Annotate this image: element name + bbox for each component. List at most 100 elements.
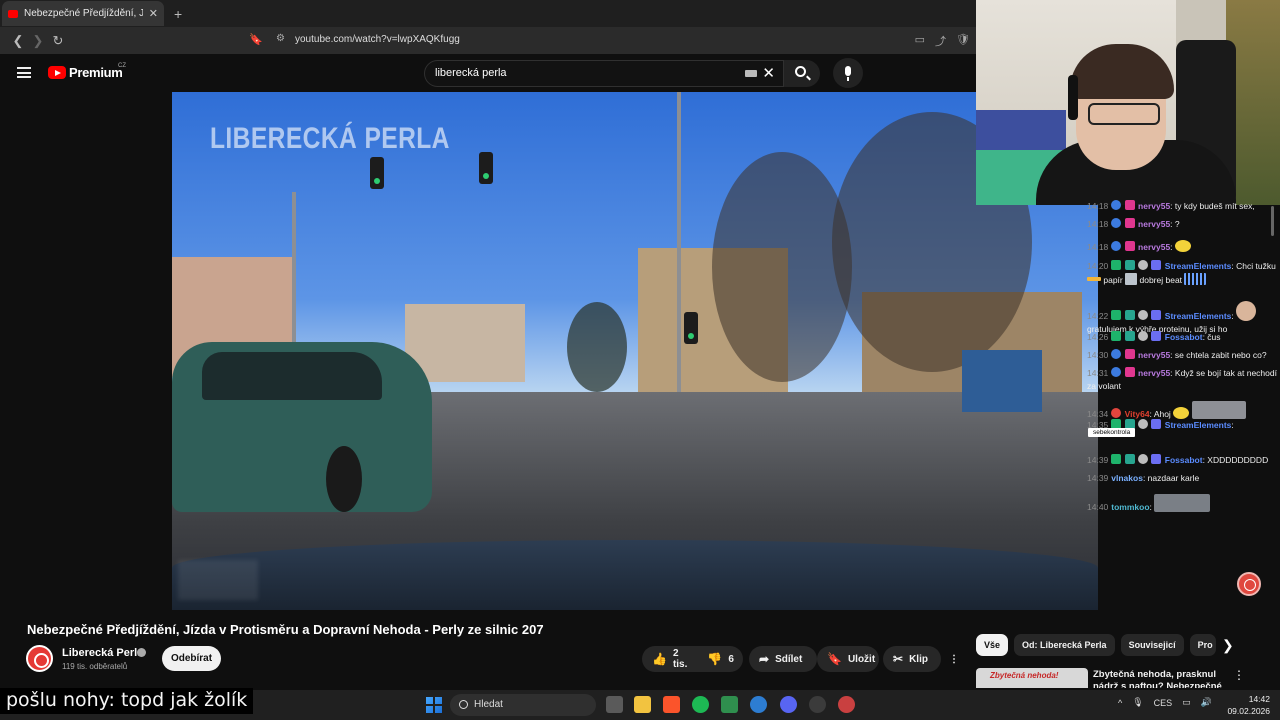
app-icon[interactable]	[750, 696, 767, 713]
channel-avatar[interactable]	[26, 645, 53, 672]
chip-related[interactable]: Souvisejicí	[1120, 634, 1184, 656]
network-icon[interactable]: ▭	[1182, 697, 1191, 708]
new-tab-button[interactable]: +	[174, 6, 182, 22]
chat-username[interactable]: nervy55	[1138, 201, 1170, 211]
chat-text: dobrej beat	[1139, 275, 1183, 285]
back-icon[interactable]: ❮	[8, 33, 28, 49]
bookmark-icon[interactable]: 🔖	[249, 33, 263, 46]
task-view-icon[interactable]	[606, 696, 623, 713]
taskbar-search[interactable]: Hledat	[450, 694, 596, 716]
chat-scrollbar[interactable]	[1271, 206, 1274, 236]
chips-next-icon[interactable]: ❯	[1222, 637, 1234, 654]
site-settings-icon[interactable]: ⚙	[276, 33, 285, 44]
obs-icon[interactable]	[838, 696, 855, 713]
chat-time: 14:22	[1087, 311, 1109, 321]
video-title: Nebezpečné Předjíždění, Jízda v Protismě…	[27, 622, 544, 637]
video-player[interactable]: LIBERECKÁ PERLA	[0, 92, 1098, 610]
brave-shield-icon[interactable]: 🛡	[956, 33, 970, 49]
app-icon[interactable]	[721, 696, 738, 713]
clip-button[interactable]: ✂ Klip	[883, 646, 941, 672]
chat-username[interactable]: nervy55	[1138, 219, 1170, 229]
badge-icon	[1151, 260, 1162, 270]
voice-search-icon[interactable]	[833, 58, 863, 88]
recommended-title[interactable]: Zbytečná nehoda, prasknul nádrž s naftou…	[1093, 669, 1223, 688]
chip-for-you[interactable]: Pro	[1189, 634, 1216, 656]
recommended-menu-icon[interactable]: ⋮	[1233, 668, 1245, 682]
chat-username[interactable]: tommkoo	[1111, 502, 1149, 512]
chat-username[interactable]: vlnakos	[1111, 473, 1143, 483]
video-frame[interactable]: LIBERECKÁ PERLA	[172, 92, 1098, 610]
youtube-logo-icon[interactable]	[48, 66, 66, 79]
badge-icon	[1111, 310, 1122, 320]
clear-search-icon[interactable]: ✕	[762, 64, 775, 82]
url-field[interactable]: youtube.com/watch?v=lwpXAQKfugg	[295, 34, 460, 45]
address-bar-row: ❮ ❯ ↻ 🔖 ⚙ youtube.com/watch?v=lwpXAQKfug…	[0, 27, 976, 54]
brave-browser-icon[interactable]	[663, 696, 680, 713]
chat-username[interactable]: nervy55	[1138, 350, 1170, 360]
more-actions-button[interactable]: ⋮	[941, 646, 967, 672]
dislike-count[interactable]: 6	[728, 654, 734, 665]
chip-channel[interactable]: Od: Liberecká Perla	[1014, 634, 1115, 656]
tray-chevron-icon[interactable]: ^	[1118, 698, 1122, 708]
video-watermark: LIBERECKÁ PERLA	[210, 122, 450, 155]
youtube-logo-text[interactable]: Premium	[69, 65, 123, 80]
chat-username[interactable]: nervy55	[1138, 368, 1170, 378]
search-box[interactable]: liberecká perla ✕	[424, 60, 784, 87]
reload-icon[interactable]: ↻	[48, 33, 68, 49]
search-input[interactable]: liberecká perla	[435, 67, 507, 79]
badge-icon	[1111, 367, 1122, 377]
badge-icon	[1151, 419, 1162, 429]
chat-username[interactable]: nervy55	[1138, 242, 1170, 252]
badge-icon	[1124, 367, 1135, 377]
subscribe-button[interactable]: Odebírat	[162, 646, 221, 671]
app-icon[interactable]	[809, 696, 826, 713]
chat-time: 14:18	[1087, 242, 1109, 252]
chat-text: čus	[1207, 332, 1221, 342]
stream-caption: pošlu nohy: topd jak žolík	[0, 688, 254, 714]
keyboard-icon[interactable]	[745, 70, 757, 77]
video-car	[172, 342, 432, 512]
recommended-thumbnail[interactable]: Zbytečná nehoda!	[976, 668, 1088, 688]
like-count[interactable]: 2 tis.	[673, 648, 687, 670]
share-button[interactable]: ➦ Sdílet	[749, 646, 817, 672]
traffic-light	[684, 312, 698, 344]
browser-tab[interactable]: Nebezpečné Předjíždění, Jízd ✕	[2, 1, 164, 26]
windows-start-icon[interactable]	[426, 697, 442, 713]
video-dashcam-hood	[172, 540, 1098, 610]
spotify-icon[interactable]	[692, 696, 709, 713]
search-button[interactable]	[784, 60, 820, 87]
traffic-light	[479, 152, 493, 184]
menu-icon[interactable]	[17, 67, 31, 78]
volume-icon[interactable]: 🔊	[1201, 697, 1212, 708]
badge-icon	[1111, 454, 1122, 464]
chat-message: 14:30 nervy55: se chtela zabit nebo co?	[1087, 349, 1267, 360]
chat-username[interactable]: Fossabot	[1165, 332, 1203, 342]
screen-icon[interactable]: ▭	[915, 33, 925, 49]
chat-username[interactable]: StreamElements	[1165, 261, 1232, 271]
stream-chat: 14:18 nervy55: ty kdy budeš mít sex, 14:…	[1080, 200, 1280, 520]
chat-message: 14:39 Fossabot: XDDDDDDDDD	[1087, 454, 1269, 465]
taskbar-clock[interactable]: 14:42 09.02.2026	[1226, 693, 1270, 717]
scissors-icon: ✂	[893, 652, 904, 666]
chat-username[interactable]: StreamElements	[1165, 311, 1232, 321]
like-icon[interactable]: 👍	[652, 652, 667, 666]
language-indicator[interactable]: CES	[1154, 698, 1173, 708]
smiley-emote-icon	[1173, 407, 1190, 419]
thumbnail-text: Zbytečná nehoda!	[990, 671, 1059, 680]
share-page-icon[interactable]: ⤴	[935, 33, 946, 49]
chat-text: se chtela zabit nebo co?	[1174, 350, 1267, 360]
traffic-light	[370, 157, 384, 189]
chat-username[interactable]: Fossabot	[1165, 455, 1203, 465]
microphone-icon[interactable]: 🎙	[1132, 697, 1143, 708]
channel-name[interactable]: Liberecká Perla	[62, 647, 143, 659]
chip-all[interactable]: Vše	[976, 634, 1009, 656]
chat-username[interactable]: StreamElements	[1165, 420, 1232, 430]
forward-icon[interactable]: ❯	[28, 33, 48, 49]
record-icon[interactable]	[1237, 572, 1261, 596]
tab-close-icon[interactable]: ✕	[149, 7, 158, 20]
discord-icon[interactable]	[780, 696, 797, 713]
save-button[interactable]: 🔖 Uložit	[817, 646, 879, 672]
chat-username[interactable]: Vity64	[1125, 409, 1150, 419]
file-explorer-icon[interactable]	[634, 696, 651, 713]
dislike-icon[interactable]: 👎	[707, 652, 722, 666]
